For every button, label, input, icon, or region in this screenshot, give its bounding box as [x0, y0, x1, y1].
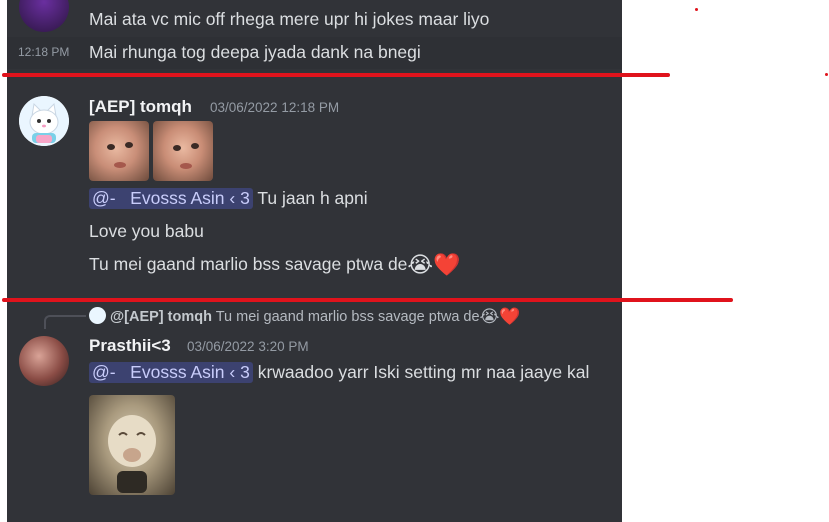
cat-avatar-icon: [19, 96, 69, 146]
avatar-tomqh[interactable]: [19, 96, 69, 146]
heart-emoji-icon: ❤️: [499, 307, 521, 326]
message-text-content: krwaadoo yarr Iski setting mr naa jaaye …: [257, 362, 590, 382]
attachment-image[interactable]: [89, 121, 149, 181]
message-timestamp: 03/06/2022 3:20 PM: [187, 339, 309, 354]
baby-face-image: [107, 142, 133, 168]
message-text: @- Evosss Asin ‹ 3 krwaadoo yarr Iski se…: [89, 362, 589, 383]
annotation-red-dot: [695, 8, 698, 11]
message-text-content: Tu mei gaand marlio bss savage ptwa de: [89, 254, 408, 274]
message-text: @- Evosss Asin ‹ 3 Tu jaan h apni: [89, 188, 368, 209]
message-text: Mai rhunga tog deepa jyada dank na bnegi: [89, 42, 421, 62]
user-mention[interactable]: @- Evosss Asin ‹ 3: [89, 362, 253, 383]
annotation-red-line: [2, 298, 733, 302]
message-text: Mai ata vc mic off rhega mere upr hi jok…: [89, 9, 490, 29]
user-mention[interactable]: @- Evosss Asin ‹ 3: [89, 188, 253, 209]
reply-connector: [44, 315, 86, 329]
reply-preview[interactable]: @[AEP] tomqh Tu mei gaand marlio bss sav…: [89, 306, 521, 328]
laughing-baby-image: [108, 415, 156, 493]
message-text-content: Tu jaan h apni: [257, 188, 368, 208]
chat-panel: Mai ata vc mic off rhega mere upr hi jok…: [7, 0, 622, 522]
baby-face-image: [173, 143, 199, 169]
crying-emoji-icon: 😭: [407, 252, 434, 278]
annotation-red-line: [2, 73, 670, 77]
message-text: Love you babu: [89, 221, 204, 241]
avatar-previous-user[interactable]: [19, 0, 69, 32]
username-prasthii[interactable]: Prasthii<3: [89, 336, 171, 356]
crying-emoji-icon: 😭: [479, 307, 500, 326]
message-timestamp: 12:18 PM: [18, 45, 70, 59]
annotation-red-dot: [825, 73, 828, 76]
heart-emoji-icon: ❤️: [433, 252, 461, 278]
attachment-image[interactable]: [153, 121, 213, 181]
username-tomqh[interactable]: [AEP] tomqh: [89, 97, 192, 117]
message-timestamp: 03/06/2022 12:18 PM: [210, 100, 340, 115]
reply-username[interactable]: @[AEP] tomqh: [110, 309, 212, 325]
avatar-prasthii[interactable]: [19, 336, 69, 386]
reply-avatar-icon: [89, 306, 106, 324]
reply-text: Tu mei gaand marlio bss savage ptwa de: [215, 308, 480, 325]
message-text: Tu mei gaand marlio bss savage ptwa de😭❤…: [89, 254, 461, 276]
attachment-image[interactable]: [89, 395, 175, 495]
